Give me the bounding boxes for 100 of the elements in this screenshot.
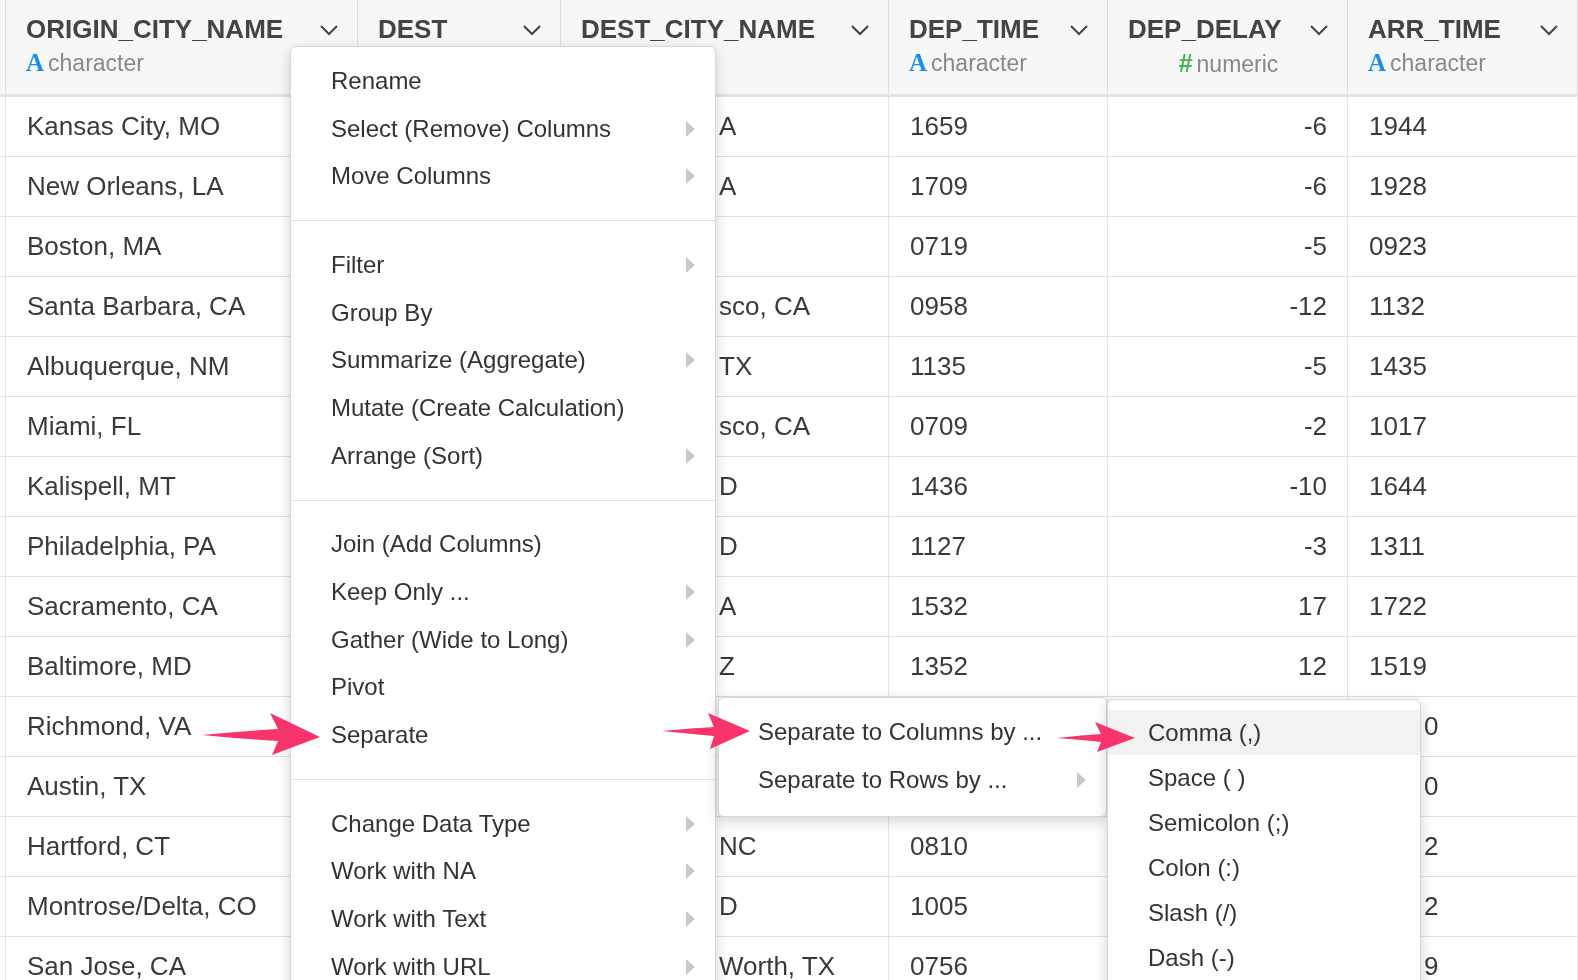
submenu-arrow-icon [686, 958, 695, 975]
submenu-arrow-icon [686, 120, 695, 137]
table-cell: 0 [1424, 771, 1439, 802]
menu-item[interactable]: Separate to Columns by ... [754, 708, 1047, 756]
table-cell: A [719, 111, 737, 142]
table-cell: 1017 [1369, 411, 1427, 442]
table-cell: -6 [1303, 111, 1327, 142]
menu-item[interactable]: Semicolon (;) [1108, 800, 1420, 845]
column-type: character [931, 50, 1027, 77]
column-name: DEP_DELAY [1128, 14, 1282, 45]
table-cell: 9 [1424, 951, 1439, 980]
menu-item[interactable]: Arrange (Sort) [291, 431, 715, 480]
table-cell: Philadelphia, PA [27, 531, 216, 562]
table-cell: 1135 [910, 351, 966, 382]
table-cell: 0 [1424, 711, 1439, 742]
menu-item[interactable]: Dash (-) [1108, 935, 1420, 980]
type-icon: A [909, 49, 928, 77]
menu-item[interactable]: Group By [327, 288, 437, 337]
menu-item[interactable]: Summarize (Aggregate) [291, 336, 715, 385]
column-type: character [1390, 50, 1486, 77]
menu-item[interactable]: Slash (/) [1108, 890, 1420, 935]
menu-item[interactable]: Rename [327, 57, 426, 105]
table-cell: Richmond, VA [27, 711, 192, 742]
table-cell: 1132 [1369, 291, 1425, 322]
table-cell: Miami, FL [27, 411, 142, 442]
table-cell: 2 [1424, 891, 1439, 922]
menu-item[interactable]: Gather (Wide to Long) [291, 615, 715, 664]
menu-item[interactable]: Work with Text [291, 895, 715, 943]
submenu-arrow-icon [686, 815, 695, 832]
table-cell: -3 [1303, 531, 1327, 562]
table-cell: -5 [1303, 351, 1327, 382]
table-cell: 0709 [910, 411, 968, 442]
table-cell: 0719 [910, 231, 968, 262]
column-name: DEP_TIME [909, 14, 1040, 45]
table-cell: Z [719, 651, 735, 682]
menu-item[interactable]: Change Data Type [291, 799, 715, 848]
table-cell: 12 [1298, 651, 1327, 682]
menu-item[interactable]: Comma (,) [1108, 710, 1420, 755]
table-cell: Austin, TX [27, 771, 147, 802]
submenu-arrow-icon [686, 447, 695, 464]
menu-item[interactable]: Separate [327, 711, 433, 759]
menu-item[interactable]: Keep Only ... [291, 568, 715, 616]
menu-item[interactable]: Separate to Rows by ... [719, 756, 1106, 804]
table-cell: 1127 [910, 531, 966, 562]
chevron-down-icon[interactable] [1069, 23, 1089, 36]
table-cell: Sacramento, CA [27, 591, 218, 622]
submenu-arrow-icon [686, 863, 695, 880]
submenu-arrow-icon [686, 168, 695, 185]
column-type: character [48, 50, 144, 77]
chevron-down-icon[interactable] [522, 23, 542, 36]
table-cell: 1005 [910, 891, 968, 922]
chevron-down-icon[interactable] [1309, 23, 1329, 36]
table-cell: 0810 [910, 831, 968, 862]
table-cell: Kalispell, MT [27, 471, 176, 502]
table-cell: 0923 [1369, 231, 1427, 262]
table-cell: 1435 [1369, 351, 1427, 382]
table-cell: D [719, 891, 738, 922]
table-cell: 1352 [910, 651, 968, 682]
table-cell: TX [719, 351, 753, 382]
table-cell: Hartford, CT [27, 831, 171, 862]
column-name: ORIGIN_CITY_NAME [26, 14, 284, 45]
column-name: ARR_TIME [1368, 14, 1501, 45]
chevron-down-icon[interactable] [850, 23, 870, 36]
table-cell: Montrose/Delta, CO [27, 891, 257, 922]
table-cell: NC [719, 831, 757, 862]
table-cell: 1709 [910, 171, 968, 202]
menu-item[interactable]: Mutate (Create Calculation) [327, 384, 629, 432]
table-cell: A [719, 591, 737, 622]
table-cell: -10 [1289, 471, 1327, 502]
table-cell: -6 [1303, 171, 1327, 202]
submenu-arrow-icon [686, 256, 695, 273]
column-name: DEST_CITY_NAME [581, 14, 816, 45]
chevron-down-icon[interactable] [319, 23, 339, 36]
table-cell: 2 [1424, 831, 1439, 862]
table-cell: -5 [1303, 231, 1327, 262]
table-cell: sco, CA [719, 411, 811, 442]
submenu-arrow-icon [686, 911, 695, 928]
table-cell: Kansas City, MO [27, 111, 221, 142]
chevron-down-icon[interactable] [1539, 23, 1559, 36]
table-cell: 1659 [910, 111, 968, 142]
menu-item[interactable]: Colon (:) [1108, 845, 1420, 890]
menu-item[interactable]: Space ( ) [1108, 755, 1420, 800]
menu-item[interactable]: Work with NA [291, 847, 715, 896]
menu-item[interactable]: Filter [291, 241, 715, 289]
table-cell: 1519 [1369, 651, 1427, 682]
menu-item[interactable]: Join (Add Columns) [327, 520, 546, 569]
submenu-arrow-icon [686, 352, 695, 369]
type-icon: # [1178, 49, 1193, 78]
table-cell: Albuquerque, NM [27, 351, 230, 382]
menu-item[interactable]: Work with URL [291, 943, 715, 980]
menu-item[interactable]: Move Columns [291, 152, 715, 201]
type-icon: A [1368, 49, 1387, 77]
table-cell: sco, CA [719, 291, 811, 322]
table-cell: D [719, 471, 738, 502]
table-cell: Santa Barbara, CA [27, 291, 246, 322]
menu-item[interactable]: Select (Remove) Columns [291, 104, 715, 153]
menu-item[interactable]: Pivot [327, 663, 389, 712]
table-cell: New Orleans, LA [27, 171, 224, 202]
table-cell: Boston, MA [27, 231, 162, 262]
table-cell: 1722 [1369, 591, 1427, 622]
